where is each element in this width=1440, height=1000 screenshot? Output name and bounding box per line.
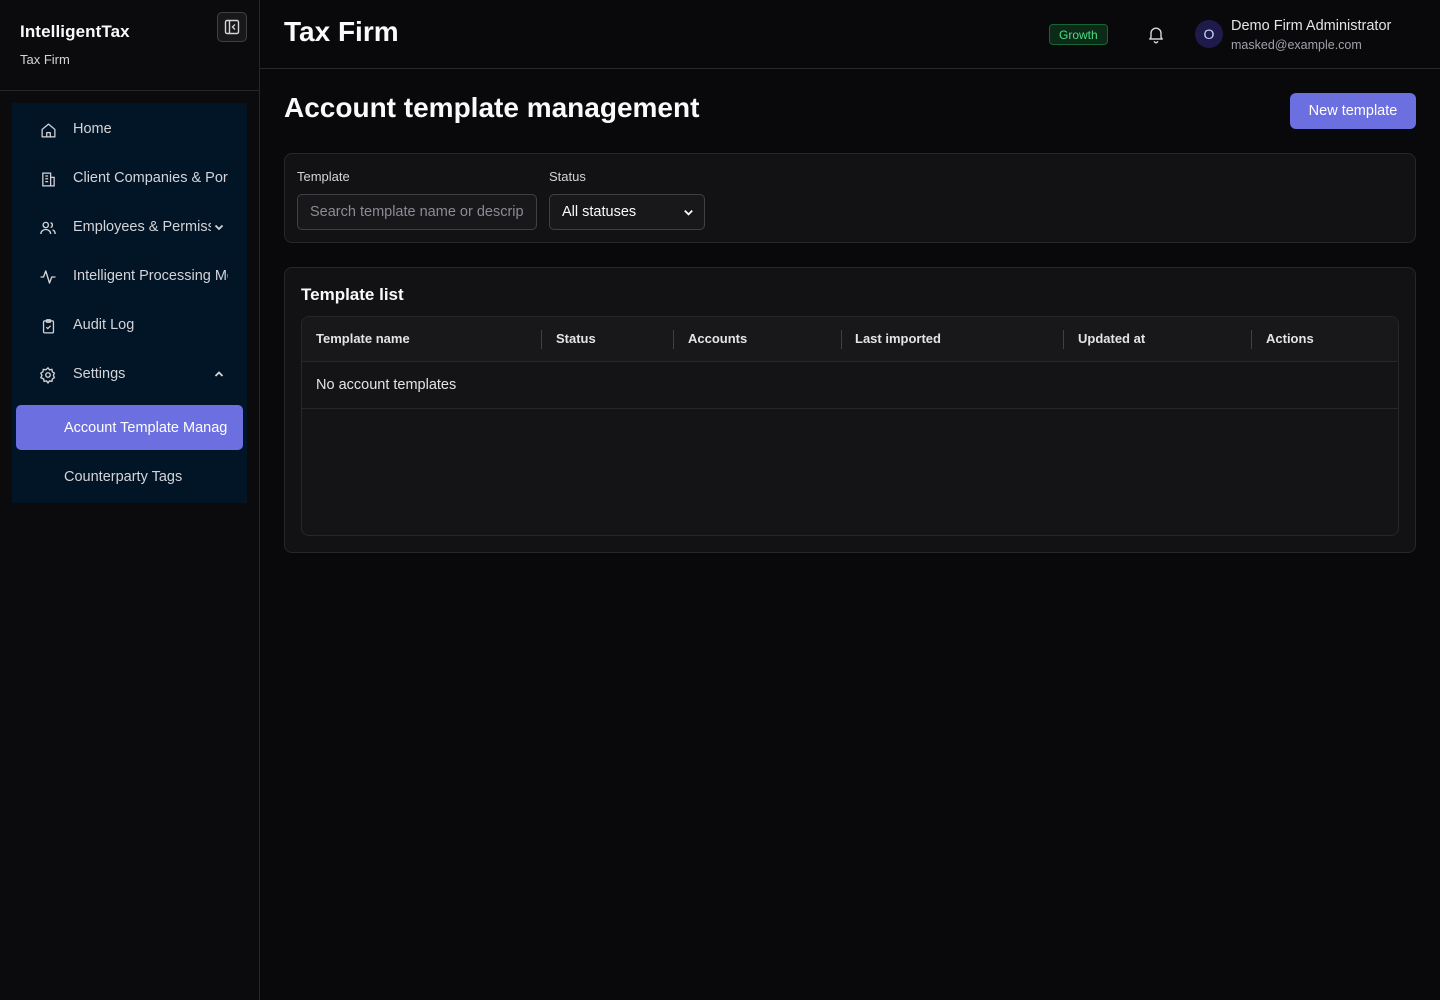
sidebar-item-label: Intelligent Processing Monitor: [73, 268, 228, 284]
header-title: Tax Firm: [284, 16, 399, 47]
sidebar-subitem-label: Counterparty Tags: [64, 468, 183, 485]
column-divider: [1251, 330, 1252, 349]
activity-icon: [39, 268, 57, 286]
sidebar-collapse-icon: [224, 19, 240, 35]
filter-card: Template Status All statuses: [284, 153, 1416, 243]
users-icon: [39, 219, 57, 237]
sidebar-item-client-companies[interactable]: Client Companies & Portfolios: [12, 156, 247, 200]
user-name: Demo Firm Administrator: [1231, 18, 1392, 34]
sidebar-subitem-account-template-management[interactable]: Account Template Management: [16, 405, 243, 450]
sidebar-item-label: Home: [73, 121, 112, 137]
avatar[interactable]: O: [1195, 20, 1223, 48]
status-filter-label: Status: [549, 169, 586, 184]
sidebar-item-audit-log[interactable]: Audit Log: [12, 303, 247, 347]
brand-subtitle: Tax Firm: [20, 52, 70, 67]
sidebar-item-label: Settings: [73, 366, 126, 382]
template-filter-label: Template: [297, 169, 350, 184]
sidebar-item-home[interactable]: Home: [12, 107, 247, 151]
column-divider: [841, 330, 842, 349]
sidebar-item-label: Employees & Permissions: [73, 219, 211, 235]
empty-state-text: No account templates: [316, 377, 457, 393]
sidebar: IntelligentTax Tax Firm Home Client Comp…: [0, 0, 260, 1000]
sidebar-item-label: Client Companies & Portfolios: [73, 170, 228, 186]
sidebar-item-employees[interactable]: Employees & Permissions: [12, 205, 247, 249]
sidebar-item-intelligent-processing[interactable]: Intelligent Processing Monitor: [12, 254, 247, 298]
brand-title: IntelligentTax: [20, 22, 130, 41]
column-divider: [1063, 330, 1064, 349]
sidebar-item-label: Audit Log: [73, 317, 135, 333]
template-list-card: Template list Template name Status Accou…: [284, 267, 1416, 553]
column-header-updated-at[interactable]: Updated at: [1078, 331, 1145, 346]
chevron-down-icon: [214, 224, 224, 231]
column-divider: [673, 330, 674, 349]
template-list-title: Template list: [301, 285, 404, 304]
gear-icon: [39, 366, 57, 384]
plan-badge: Growth: [1049, 24, 1108, 45]
table-empty-row: No account templates: [302, 362, 1398, 409]
top-header: Tax Firm Growth O Demo Firm Administrato…: [260, 0, 1440, 69]
column-header-accounts[interactable]: Accounts: [688, 331, 747, 346]
status-select-value: All statuses: [562, 204, 637, 220]
column-header-last-imported[interactable]: Last imported: [855, 331, 941, 346]
clipboard-icon: [39, 317, 57, 335]
bell-icon[interactable]: [1146, 24, 1166, 44]
chevron-down-icon: [684, 209, 693, 216]
sidebar-subitem-label: Account Template Management: [64, 419, 227, 436]
status-select[interactable]: All statuses: [549, 194, 705, 230]
chevron-up-icon: [214, 371, 224, 377]
template-table: Template name Status Accounts Last impor…: [301, 316, 1399, 536]
home-icon: [39, 121, 57, 139]
sidebar-item-settings[interactable]: Settings: [12, 352, 247, 396]
column-header-actions: Actions: [1266, 331, 1314, 346]
collapse-sidebar-button[interactable]: [217, 12, 247, 42]
table-header: Template name Status Accounts Last impor…: [302, 317, 1398, 362]
sidebar-divider: [0, 90, 259, 91]
new-template-button[interactable]: New template: [1290, 93, 1416, 129]
sidebar-subitem-counterparty-tags[interactable]: Counterparty Tags: [16, 454, 243, 499]
page-title: Account template management: [284, 92, 700, 123]
building-icon: [39, 170, 57, 188]
brand: IntelligentTax Tax Firm: [20, 22, 130, 67]
sidebar-nav: Home Client Companies & Portfolios Emplo…: [12, 103, 247, 503]
template-search-input[interactable]: [297, 194, 537, 230]
user-email: masked@example.com: [1231, 38, 1362, 52]
column-divider: [541, 330, 542, 349]
column-header-template-name[interactable]: Template name: [316, 331, 410, 346]
column-header-status[interactable]: Status: [556, 331, 596, 346]
